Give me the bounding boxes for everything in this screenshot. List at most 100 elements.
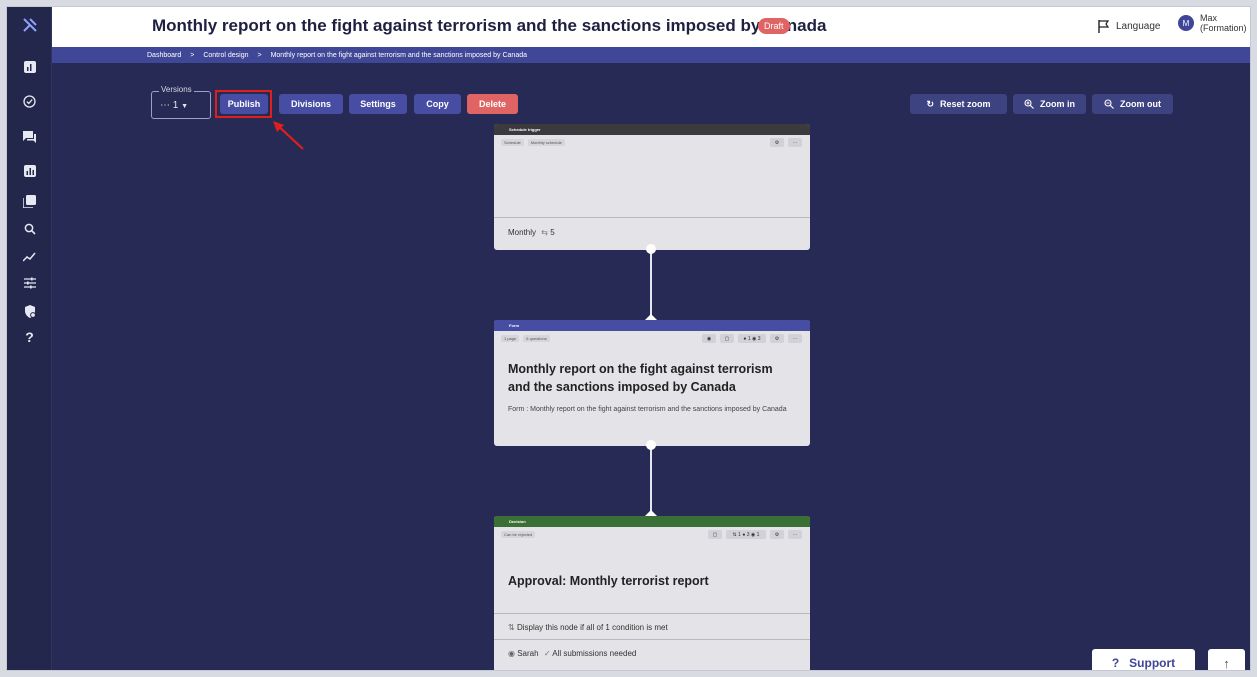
stat-value: 1 [747, 335, 751, 342]
copy-button[interactable]: Copy [414, 94, 461, 114]
breadcrumb-item-current: Monthly report on the fight against terr… [270, 51, 527, 59]
breadcrumb-item-dashboard[interactable]: Dashboard [147, 52, 181, 59]
tag-schedule: Schedule [501, 138, 524, 146]
zoom-out-label: Zoom out [1120, 99, 1161, 109]
schedule-count: 5 [550, 228, 555, 237]
settings-gear-icon[interactable]: ⚙ [770, 138, 784, 147]
arrow-up-icon: ↑ [1223, 655, 1230, 671]
zoom-in-button[interactable]: Zoom in [1013, 94, 1086, 114]
connector-dot[interactable] [646, 440, 656, 450]
stat-value: 3 [757, 335, 761, 342]
calendar-icon[interactable]: ▢ [708, 530, 722, 539]
calendar-icon[interactable]: ▢ [720, 334, 734, 343]
breadcrumb: Dashboard > Control design > Monthly rep… [52, 47, 1250, 63]
schedule-trigger-node[interactable]: Schedule trigger Schedule Monthly schedu… [494, 124, 810, 250]
divider [494, 613, 810, 614]
versions-number: 1 [172, 100, 179, 111]
node-actions: ◉ ▢ ● 1 ◉ 3 ⚙ ⋯ [702, 334, 802, 343]
more-icon[interactable]: ⋯ [788, 530, 802, 539]
more-icon[interactable]: ⋯ [788, 138, 802, 147]
shield-icon[interactable] [7, 299, 52, 323]
condition-text: Display this node if all of 1 condition … [516, 623, 668, 632]
tag-monthly-schedule: Monthly schedule [527, 138, 565, 146]
connector-line [650, 446, 652, 516]
user-menu[interactable]: M Max (Formation) [1178, 13, 1247, 33]
settings-gear-icon[interactable]: ⚙ [770, 334, 784, 343]
support-button[interactable]: ? Support [1092, 649, 1195, 670]
chart-icon[interactable] [7, 55, 52, 79]
user-name-line2: (Formation) [1200, 23, 1247, 33]
breadcrumb-separator: > [190, 51, 195, 59]
top-header: Monthly report on the fight against terr… [52, 7, 1250, 47]
condition-row: ⇅ Display this node if all of 1 conditio… [508, 623, 668, 632]
more-icon[interactable]: ⋯ [788, 334, 802, 343]
zoom-out-button[interactable]: Zoom out [1092, 94, 1173, 114]
publish-highlight-box [215, 90, 272, 118]
reset-icon: ↻ [926, 98, 935, 109]
app-window: ? Monthly report on the fight against te… [6, 6, 1251, 671]
connector-dot[interactable] [646, 244, 656, 254]
help-icon: ? [1111, 656, 1120, 670]
node-header: Form [494, 320, 810, 331]
zoom-out-icon [1104, 99, 1114, 109]
divisions-button[interactable]: Divisions [279, 94, 343, 114]
node-header-label: Schedule trigger [509, 127, 541, 132]
status-badge: Draft [758, 18, 790, 34]
divider [494, 639, 810, 640]
form-subtitle: Form : Monthly report on the fight again… [508, 406, 787, 413]
condition-icon: ⇅ [508, 623, 515, 632]
stat-value: 1 [738, 531, 741, 538]
versions-value: ⋯ 1 ▼ [160, 100, 188, 111]
versions-graph-icon: ⋯ [160, 100, 170, 111]
delete-button[interactable]: Delete [467, 94, 518, 114]
trend-icon[interactable] [7, 245, 52, 269]
breadcrumb-separator: > [257, 51, 262, 59]
filters-icon[interactable] [7, 271, 52, 295]
node-header: Schedule trigger [494, 124, 810, 135]
tag-pages: 1 page [501, 334, 520, 342]
user-name: Max (Formation) [1200, 13, 1247, 33]
form-node[interactable]: Form 1 page 6 questions ◉ ▢ ● 1 ◉ 3 ⚙ ⋯ … [494, 320, 810, 446]
group-icon: ◉ [752, 335, 757, 342]
user-name-line1: Max [1200, 13, 1218, 23]
settings-gear-icon[interactable]: ⚙ [770, 530, 784, 539]
node-actions: ▢ ⇅ 1 ● 3 ◉ 1 ⚙ ⋯ [708, 530, 802, 539]
node-header-label: Decision [509, 519, 526, 524]
node-header: Decision [494, 516, 810, 527]
check-icon: ✓ [543, 649, 551, 658]
tag-can-be-rejected: Can be rejected [501, 530, 536, 538]
decision-title: Approval: Monthly terrorist report [508, 574, 709, 588]
schedule-footer: Monthly ⇆ 5 [508, 228, 555, 237]
check-circle-icon[interactable] [7, 89, 52, 113]
reset-zoom-button[interactable]: ↻ Reset zoom [910, 94, 1007, 114]
annotation-arrow-icon [273, 121, 304, 150]
schedule-frequency: Monthly [508, 228, 537, 237]
versions-select[interactable]: Versions ⋯ 1 ▼ [151, 85, 211, 119]
divider [494, 217, 810, 218]
condition-icon: ⇅ [732, 531, 737, 538]
person-icon: ● [742, 531, 746, 538]
decision-node[interactable]: Decision Can be rejected ▢ ⇅ 1 ● 3 ◉ 1 ⚙… [494, 516, 810, 670]
help-icon[interactable]: ? [7, 325, 52, 349]
settings-button[interactable]: Settings [349, 94, 407, 114]
zoom-in-icon [1024, 99, 1034, 109]
assignee-row: ◉ Sarah ✓ All submissions needed [508, 649, 636, 658]
bar-chart-icon[interactable] [7, 159, 52, 183]
sidebar: ? [7, 7, 52, 670]
language-selector[interactable]: Language [1098, 20, 1161, 33]
group-icon: ◉ [750, 531, 756, 538]
zoom-in-label: Zoom in [1040, 99, 1075, 109]
flag-icon [1098, 20, 1110, 33]
chat-icon[interactable] [7, 125, 52, 149]
scroll-to-top-button[interactable]: ↑ [1208, 649, 1245, 671]
search-icon[interactable] [7, 217, 52, 241]
submissions-text: All submissions needed [552, 649, 637, 658]
logo-icon[interactable] [7, 13, 52, 37]
form-title: Monthly report on the fight against terr… [508, 362, 773, 394]
person-icon: ● [743, 335, 747, 342]
versions-legend: Versions [159, 85, 194, 94]
eye-icon[interactable]: ◉ [702, 334, 716, 343]
library-icon[interactable] [7, 189, 52, 213]
chevron-down-icon: ▼ [181, 103, 189, 110]
breadcrumb-item-control-design[interactable]: Control design [203, 52, 248, 59]
